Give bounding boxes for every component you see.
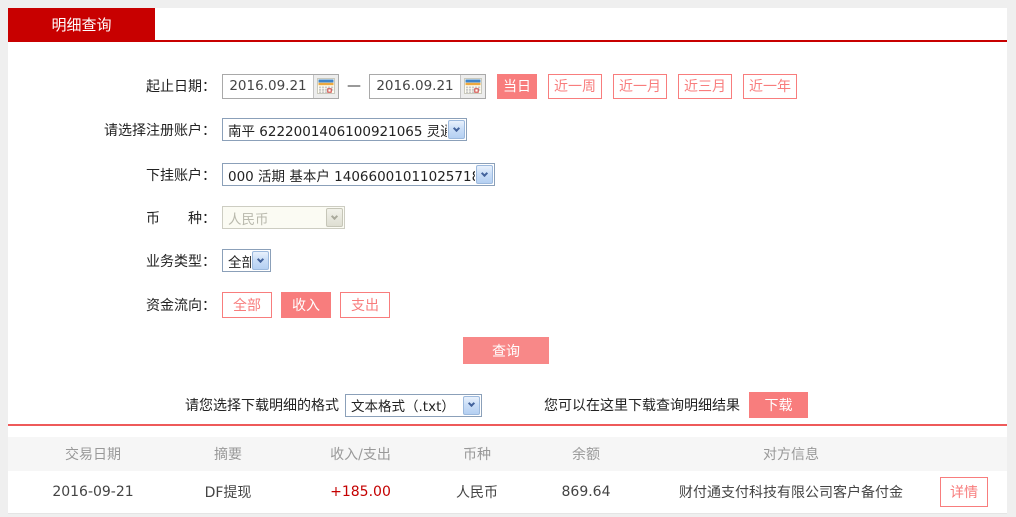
header-counterparty: 对方信息 [763,447,819,463]
download-format-value: 文本格式（.txt） [351,399,455,415]
quick-range-today-button[interactable]: 当日 [497,73,537,99]
business-type-label: 业务类型： [146,253,216,270]
detail-query-panel: 明细查询 起止日期： 2016.09.21 — 2016.09.21 当日 近一… [8,8,1007,514]
header-date: 交易日期 [65,447,121,463]
cell-date: 2016-09-21 [52,484,134,500]
end-date-value: 2016.09.21 [376,78,454,94]
register-account-row: 请选择注册账户： 南平 6222001406100921065 灵通卡 [8,118,467,141]
date-separator: — [347,78,361,94]
fund-flow-row: 资金流向： 全部 收入 支出 [8,292,399,318]
quick-range-3months-button[interactable]: 近三月 [678,73,732,99]
quick-range-year-button[interactable]: 近一年 [743,73,797,99]
cell-currency: 人民币 [456,485,498,501]
start-date-input[interactable]: 2016.09.21 [222,73,339,99]
register-account-select[interactable]: 南平 6222001406100921065 灵通卡 [222,118,467,141]
chevron-down-icon [463,395,480,415]
date-range-row: 起止日期： 2016.09.21 — 2016.09.21 当日 近一周 近一月… [8,73,797,99]
business-type-row: 业务类型： 全部 [8,249,271,272]
table-row: 2016-09-21 DF提现 +185.00 人民币 869.64 财付通支付… [8,471,1007,514]
sub-account-label: 下挂账户： [146,167,216,184]
download-hint: 您可以在这里下载查询明细结果 [544,398,740,414]
download-format-label: 请您选择下载明细的格式 [185,398,339,414]
fund-flow-expense-button[interactable]: 支出 [340,292,390,318]
tab-label: 明细查询 [51,15,112,34]
business-type-value: 全部 [228,254,251,271]
cell-balance: 869.64 [561,484,611,500]
download-row: 请您选择下载明细的格式 文本格式（.txt） 您可以在这里下载查询明细结果 下载 [185,392,808,418]
query-button[interactable]: 查询 [463,337,549,364]
tab-underline [8,40,1007,42]
download-format-select[interactable]: 文本格式（.txt） [345,393,482,417]
detail-button[interactable]: 详情 [940,477,988,507]
quick-range-month-button[interactable]: 近一月 [613,73,667,99]
business-type-select[interactable]: 全部 [222,249,271,272]
table-top-rule [8,424,1007,426]
sub-account-row: 下挂账户： 000 活期 基本户 1406600101102571848 [8,163,495,186]
tab-detail-query[interactable]: 明细查询 [8,8,155,40]
register-account-value: 南平 6222001406100921065 灵通卡 [228,123,447,140]
table-header-row: 交易日期 摘要 收入/支出 币种 余额 对方信息 [8,437,1007,471]
fund-flow-label: 资金流向： [146,298,216,314]
calendar-icon[interactable] [460,74,485,98]
chevron-down-icon [252,251,269,270]
download-button[interactable]: 下载 [749,392,808,418]
cell-amount: +185.00 [330,484,391,500]
chevron-down-icon [326,208,343,227]
header-summary: 摘要 [214,447,242,463]
tab-bar: 明细查询 [8,8,1007,40]
fund-flow-income-button[interactable]: 收入 [281,292,331,318]
currency-select: 人民币 [222,206,345,229]
currency-row: 币 种： 人民币 [8,206,345,229]
sub-account-value: 000 活期 基本户 1406600101102571848 [228,168,475,185]
currency-value: 人民币 [228,211,269,228]
chevron-down-icon [476,165,493,184]
header-amount: 收入/支出 [330,447,391,463]
fund-flow-all-button[interactable]: 全部 [222,292,272,318]
header-currency: 币种 [463,447,491,463]
quick-range-week-button[interactable]: 近一周 [548,73,602,99]
calendar-icon[interactable] [313,74,338,98]
date-range-label: 起止日期： [146,79,216,95]
end-date-input[interactable]: 2016.09.21 [369,73,486,99]
cell-counterparty: 财付通支付科技有限公司客户备付金 [679,485,903,501]
register-account-label: 请选择注册账户： [104,122,216,139]
header-balance: 余额 [572,447,600,463]
currency-label: 币 种： [146,210,216,227]
sub-account-select[interactable]: 000 活期 基本户 1406600101102571848 [222,163,495,186]
cell-summary: DF提现 [204,485,252,501]
start-date-value: 2016.09.21 [229,78,307,94]
results-table: 交易日期 摘要 收入/支出 币种 余额 对方信息 2016-09-21 DF提现… [8,437,1007,514]
cell-actions: 详情 [921,477,1007,507]
chevron-down-icon [448,120,465,139]
